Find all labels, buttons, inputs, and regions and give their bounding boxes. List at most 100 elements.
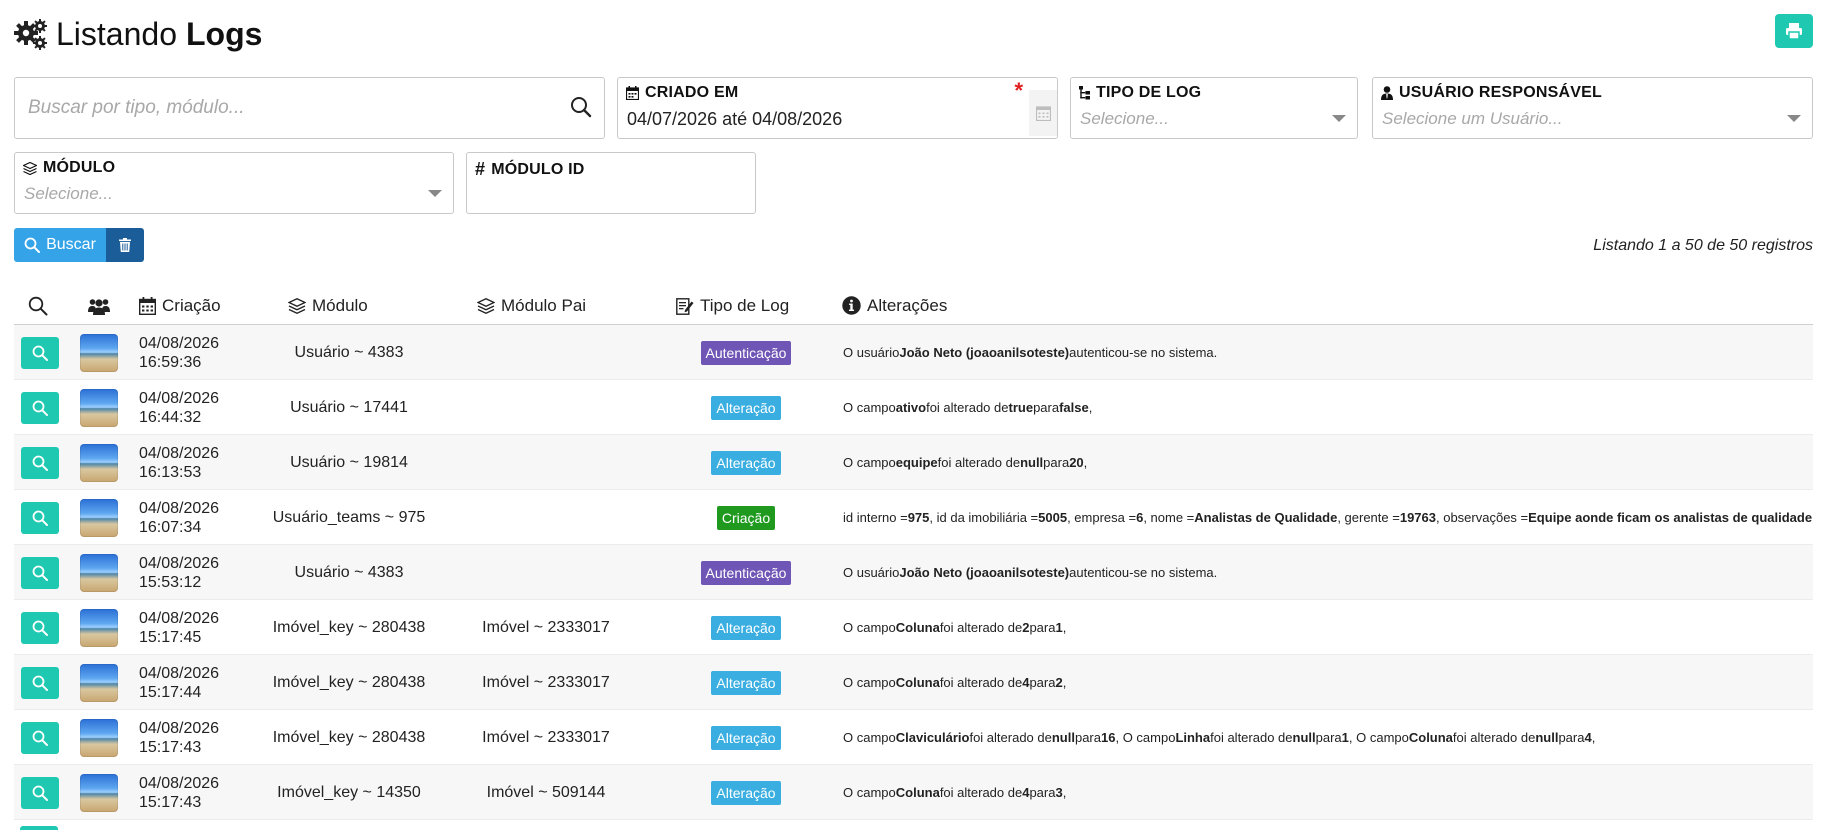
search-icon <box>32 510 48 526</box>
modulo-pai-cell <box>431 545 661 600</box>
search-icon <box>32 620 48 636</box>
chevron-down-icon <box>1787 115 1801 122</box>
layers-icon <box>477 297 495 314</box>
view-cell <box>21 600 59 655</box>
modulo-pai-cell <box>431 490 661 545</box>
log-date: 04/08/2026 <box>139 499 220 517</box>
search-icon <box>32 565 48 581</box>
criado-em-value[interactable]: 04/07/2026 até 04/08/2026 <box>627 109 842 130</box>
avatar[interactable] <box>80 553 118 592</box>
view-details-button[interactable] <box>21 391 59 424</box>
log-time: 15:17:43 <box>139 793 202 811</box>
modulo-pai-cell: Imóvel ~ 2333017 <box>482 673 610 691</box>
avatar[interactable] <box>80 333 118 372</box>
search-icon <box>32 455 48 471</box>
log-date: 04/08/2026 <box>139 664 220 682</box>
view-details-button[interactable] <box>21 721 59 754</box>
search-icon <box>32 785 48 801</box>
log-type-badge: Alteração <box>711 725 781 750</box>
modulo-id-field[interactable]: # MÓDULO ID <box>466 152 756 214</box>
view-cell <box>21 710 59 765</box>
view-cell <box>21 545 59 600</box>
tipo-de-log-select[interactable]: TIPO DE LOG Selecione... <box>1070 77 1358 139</box>
usuario-responsavel-placeholder: Selecione um Usuário... <box>1382 109 1563 128</box>
modulo-cell: Imóvel_key ~ 280438 <box>272 673 426 691</box>
log-date: 04/08/2026 <box>139 444 220 462</box>
chevron-down-icon <box>428 190 442 197</box>
usuario-responsavel-select[interactable]: USUÁRIO RESPONSÁVEL Selecione um Usuário… <box>1372 77 1813 139</box>
modulo-select[interactable]: MÓDULO Selecione... <box>14 152 454 214</box>
log-type-badge: Autenticação <box>700 560 792 585</box>
log-date: 04/08/2026 <box>139 554 220 572</box>
date-cell: 04/08/2026 16:13:53 <box>139 435 219 490</box>
view-details-button[interactable] <box>21 446 59 479</box>
view-details-button[interactable] <box>20 826 58 830</box>
modulo-label: MÓDULO <box>23 159 115 177</box>
date-cell: 04/08/2026 15:17:43 <box>139 765 219 820</box>
column-criacao[interactable]: Criação <box>139 286 221 325</box>
avatar-cell <box>80 765 118 820</box>
view-cell <box>21 325 59 380</box>
avatar-cell <box>80 490 118 545</box>
view-cell <box>21 655 59 710</box>
column-modulo[interactable]: Módulo <box>288 286 368 325</box>
modulo-pai-cell <box>431 325 661 380</box>
changes-cell: O campo Claviculário foi alterado de nul… <box>843 730 1596 745</box>
modulo-cell: Usuário ~ 4383 <box>294 343 404 361</box>
avatar[interactable] <box>80 663 118 702</box>
info-circle-icon <box>842 296 861 315</box>
modulo-placeholder: Selecione... <box>24 184 113 203</box>
avatar[interactable] <box>80 443 118 482</box>
avatar-cell <box>80 325 118 380</box>
view-details-button[interactable] <box>21 556 59 589</box>
buscar-button[interactable]: Buscar <box>14 228 106 262</box>
buscar-label: Buscar <box>46 236 96 253</box>
column-search-icon <box>28 286 48 325</box>
tipo-cell: Alteração <box>641 600 851 655</box>
table-body: 04/08/2026 16:59:36 Usuário ~ 4383 Autentic… <box>14 325 1813 820</box>
view-details-button[interactable] <box>21 501 59 534</box>
view-details-button[interactable] <box>21 666 59 699</box>
search-icon <box>32 675 48 691</box>
log-time: 16:13:53 <box>139 463 202 481</box>
avatar[interactable] <box>80 498 118 537</box>
avatar[interactable] <box>80 608 118 647</box>
column-tipo-de-log[interactable]: Tipo de Log <box>676 286 789 325</box>
avatar[interactable] <box>80 718 118 757</box>
calendar-picker-button[interactable] <box>1029 90 1057 136</box>
user-tie-icon <box>1381 86 1393 100</box>
avatar[interactable] <box>80 773 118 812</box>
date-cell: 04/08/2026 15:17:45 <box>139 600 219 655</box>
print-button[interactable] <box>1775 14 1813 48</box>
logs-table: Criação Módulo Módulo Pai Tipo de Log Al… <box>14 286 1813 830</box>
search-field[interactable]: Buscar por tipo, módulo... <box>14 77 605 139</box>
search-icon <box>28 296 48 315</box>
view-details-button[interactable] <box>21 611 59 644</box>
avatar[interactable] <box>80 388 118 427</box>
sitemap-icon <box>1079 86 1090 100</box>
modulo-pai-cell <box>431 435 661 490</box>
changes-cell: id interno = 975, id da imobiliária = 50… <box>843 510 1813 525</box>
column-alteracoes[interactable]: Alterações <box>842 286 947 325</box>
log-time: 15:53:12 <box>139 573 202 591</box>
table-row: 04/08/2026 15:17:43 Imóvel_key ~ 14350 Imóv… <box>14 765 1813 820</box>
search-icon <box>32 730 48 746</box>
changes-cell: O campo ativo foi alterado de true para … <box>843 400 1093 415</box>
page-title: Listando Logs <box>14 14 262 54</box>
view-details-button[interactable] <box>21 336 59 369</box>
modulo-pai-cell: Imóvel ~ 2333017 <box>482 618 610 636</box>
tipo-de-log-placeholder: Selecione... <box>1080 109 1169 128</box>
modulo-cell: Imóvel_key ~ 280438 <box>272 618 426 636</box>
log-type-badge: Alteração <box>711 780 781 805</box>
search-icon[interactable] <box>570 96 592 123</box>
tipo-cell: Alteração <box>641 710 851 765</box>
tipo-cell: Alteração <box>641 765 851 820</box>
criado-em-field[interactable]: CRIADO EM * 04/07/2026 até 04/08/2026 <box>617 77 1058 139</box>
changes-cell: O campo Coluna foi alterado de 4 para 2, <box>843 675 1067 690</box>
calendar-icon <box>1035 106 1051 121</box>
clear-filters-button[interactable] <box>106 228 144 262</box>
view-details-button[interactable] <box>21 776 59 809</box>
column-modulo-pai[interactable]: Módulo Pai <box>477 286 586 325</box>
required-mark: * <box>1014 78 1023 103</box>
chevron-down-icon <box>1332 115 1346 122</box>
